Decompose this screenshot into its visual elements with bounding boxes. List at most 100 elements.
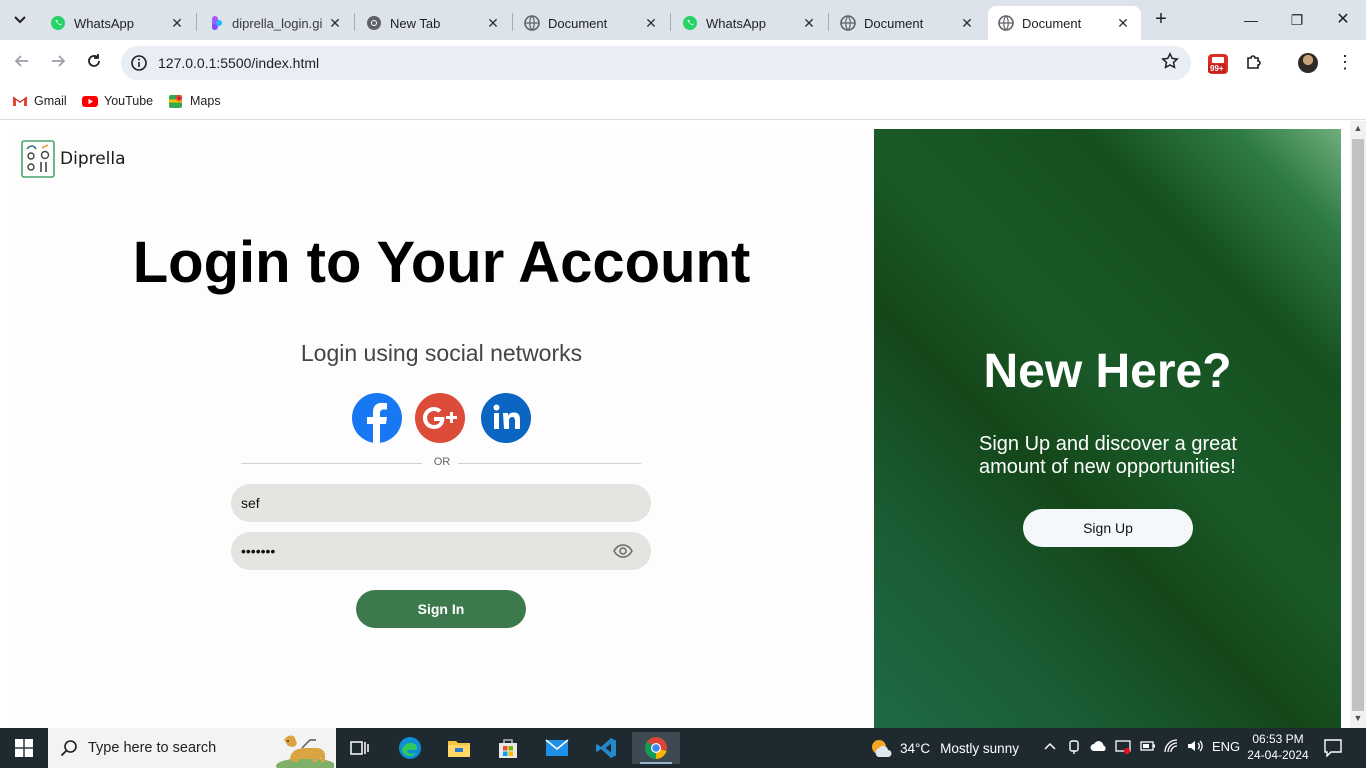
address-bar[interactable]: 127.0.0.1:5500/index.html [121,46,1191,80]
chrome-taskbar-button[interactable] [632,732,680,764]
tab-new-tab[interactable]: New Tab ✕ [356,6,511,40]
menu-kebab-icon[interactable]: ⋮ [1336,52,1354,73]
folder-icon [448,741,470,757]
tab-close-button[interactable]: ✕ [643,15,659,31]
chrome-icon [366,15,382,31]
bookmark-youtube[interactable]: YouTube [82,93,153,109]
volume-tray-icon[interactable] [1187,739,1205,756]
chevron-down-icon [14,16,26,24]
password-input[interactable] [241,532,611,570]
bookmark-label: Gmail [34,94,67,108]
bookmark-gmail[interactable]: Gmail [12,93,67,109]
search-icon [60,740,77,757]
tab-separator [354,13,355,31]
security-tray-icon[interactable] [1115,739,1131,758]
sign-up-button[interactable]: Sign Up [1023,509,1193,547]
clock-date: 24-04-2024 [1247,748,1309,762]
clock-time: 06:53 PM [1252,732,1304,746]
notification-icon[interactable] [1324,739,1342,757]
globe-icon [524,15,540,31]
tab-document-active[interactable]: Document ✕ [988,6,1141,40]
eye-icon[interactable] [613,543,633,559]
forward-button[interactable] [46,51,70,75]
password-field[interactable] [231,532,651,570]
tab-close-button[interactable]: ✕ [1115,15,1131,31]
store-icon [499,739,517,758]
onedrive-tray-icon[interactable] [1090,739,1108,756]
battery-tray-icon[interactable] [1140,739,1156,756]
url-text[interactable]: 127.0.0.1:5500/index.html [158,55,319,71]
whatsapp-icon [50,15,66,31]
windows-taskbar: Type here to search 34°C Mostly sunny EN… [0,728,1366,768]
scrollbar-thumb[interactable] [1352,139,1364,711]
site-logo[interactable]: Diprella [21,140,126,178]
tab-document-1[interactable]: Document ✕ [514,6,669,40]
search-placeholder: Type here to search [88,740,217,756]
bookmark-maps[interactable]: Maps [168,93,221,109]
taskbar-search[interactable]: Type here to search [48,728,336,768]
extension-badge-count: 99+ [1208,64,1226,73]
tab-whatsapp-1[interactable]: WhatsApp ✕ [40,6,195,40]
vscode-icon [596,738,616,758]
system-clock[interactable]: 06:53 PM 24-04-2024 [1244,731,1312,763]
login-panel: Diprella Login to Your Account Login usi… [9,129,874,728]
tab-title: WhatsApp [706,15,766,31]
wifi-tray-icon[interactable] [1164,739,1180,756]
vscode-button[interactable] [586,732,626,764]
file-explorer-button[interactable] [439,732,479,764]
extensions-puzzle-icon[interactable] [1244,52,1266,74]
chrome-icon [645,737,667,759]
tab-search-button[interactable] [8,8,32,32]
tab-separator [828,13,829,31]
extension-badge-icon[interactable]: 99+ [1207,53,1229,75]
divider-line [458,463,641,464]
site-info-icon[interactable] [129,53,149,73]
sign-in-button[interactable]: Sign In [356,590,526,628]
start-button[interactable] [0,728,48,768]
tab-diprella-login[interactable]: diprella_login.gi ✕ [198,6,353,40]
bookmarks-bar: Gmail YouTube Maps [0,86,1366,120]
new-tab-button[interactable]: + [1151,9,1171,31]
reload-button[interactable] [82,51,106,75]
tab-close-button[interactable]: ✕ [327,15,343,31]
window-close-button[interactable]: ✕ [1328,8,1358,32]
tab-document-2[interactable]: Document ✕ [830,6,985,40]
show-hidden-icons-button[interactable] [1043,739,1057,756]
profile-avatar[interactable] [1298,53,1318,73]
edge-taskbar-button[interactable] [390,732,430,764]
facebook-login-button[interactable] [352,393,402,443]
email-field[interactable] [231,484,651,522]
google-plus-icon [422,407,457,430]
minimize-button[interactable]: — [1236,8,1266,32]
tab-close-button[interactable]: ✕ [169,15,185,31]
restore-button[interactable]: ❐ [1282,8,1312,32]
task-view-button[interactable] [340,732,380,764]
tab-whatsapp-2[interactable]: WhatsApp ✕ [672,6,827,40]
weather-widget[interactable]: 34°C Mostly sunny [870,737,1019,759]
linkedin-icon [493,404,520,429]
signup-panel: New Here? Sign Up and discover a great a… [874,129,1341,728]
tab-title: WhatsApp [74,15,134,31]
tab-close-button[interactable]: ✕ [485,15,501,31]
microsoft-store-button[interactable] [488,732,528,764]
tab-close-button[interactable]: ✕ [959,15,975,31]
globe-icon [998,15,1014,31]
scroll-down-arrow-icon[interactable]: ▼ [1350,713,1366,723]
browser-toolbar: 127.0.0.1:5500/index.html 99+ ⋮ [0,40,1366,86]
tab-close-button[interactable]: ✕ [801,15,817,31]
active-app-indicator [640,762,672,764]
language-indicator[interactable]: ENG [1212,739,1240,754]
meet-now-tray-icon[interactable] [1068,739,1082,758]
mail-button[interactable] [537,732,577,764]
email-input[interactable] [241,484,611,522]
search-highlight-dog-icon [276,735,334,768]
divider-line [241,463,422,464]
arrow-left-icon [14,55,28,67]
bookmark-star-icon[interactable] [1161,52,1179,75]
google-plus-login-button[interactable] [415,393,465,443]
tab-separator [196,13,197,31]
vertical-scrollbar[interactable]: ▲ ▼ [1350,121,1366,728]
linkedin-login-button[interactable] [481,393,531,443]
back-button[interactable] [10,51,34,75]
scroll-up-arrow-icon[interactable]: ▲ [1350,123,1366,133]
